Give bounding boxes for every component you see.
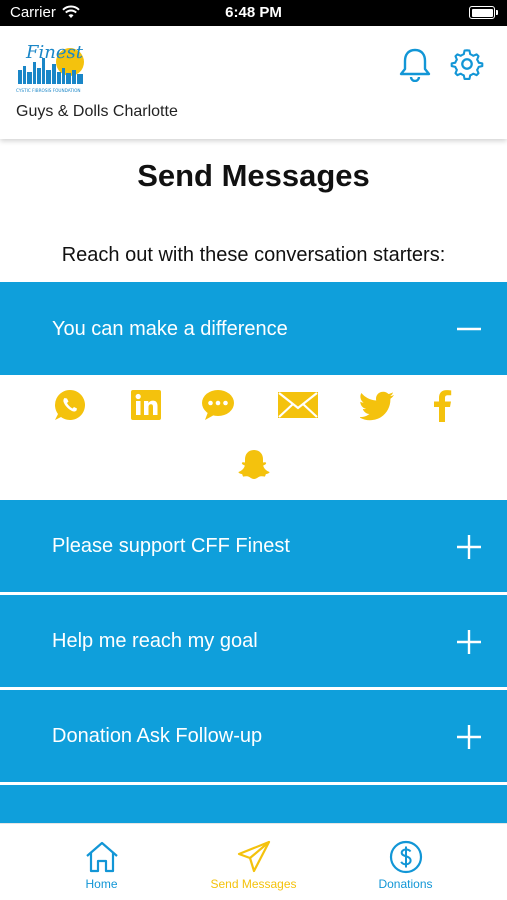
nav-send-messages[interactable]: Send Messages: [169, 824, 338, 900]
whatsapp-icon[interactable]: [52, 387, 88, 423]
nav-send-messages-label: Send Messages: [210, 877, 297, 891]
svg-text:Finest: Finest: [25, 42, 84, 63]
org-name: Guys & Dolls Charlotte: [16, 103, 178, 120]
svg-text:CYSTIC FIBROSIS FOUNDATION: CYSTIC FIBROSIS FOUNDATION: [16, 88, 81, 93]
share-options: [0, 375, 507, 500]
clock: 6:48 PM: [225, 4, 282, 21]
expand-icon[interactable]: [455, 628, 483, 656]
message-row-expanded[interactable]: You can make a difference: [0, 282, 507, 375]
gear-icon[interactable]: [450, 46, 484, 82]
message-label: Help me reach my goal: [52, 630, 258, 652]
app-header: Finest CYSTIC FIBROSIS FOUNDATION Guys &…: [0, 26, 507, 139]
twitter-icon[interactable]: [360, 387, 396, 423]
page-subtitle: Reach out with these conversation starte…: [61, 244, 446, 266]
message-label: Donation Ask Follow-up: [52, 725, 263, 747]
status-bar: Carrier 6:48 PM: [0, 0, 507, 26]
nav-donations-label: Donations: [378, 877, 433, 891]
bottom-nav: Home Send Messages Donations: [0, 823, 507, 900]
page-title: Send Messages: [137, 158, 370, 193]
sms-icon[interactable]: [200, 387, 236, 423]
battery-icon: [469, 6, 498, 19]
collapse-icon[interactable]: [455, 315, 483, 343]
finest-logo: Finest CYSTIC FIBROSIS FOUNDATION: [16, 42, 84, 93]
message-row-partial[interactable]: [0, 785, 507, 825]
nav-donations[interactable]: Donations: [321, 824, 490, 900]
nav-home[interactable]: Home: [17, 824, 186, 900]
paper-plane-icon: [237, 840, 270, 873]
nav-home-label: Home: [85, 877, 118, 891]
bell-icon[interactable]: [398, 46, 432, 82]
linkedin-icon[interactable]: [128, 387, 164, 423]
message-label: You can make a difference: [52, 318, 288, 340]
snapchat-icon[interactable]: [236, 447, 272, 483]
facebook-icon[interactable]: [428, 387, 458, 423]
dollar-circle-icon: [389, 840, 422, 874]
message-row[interactable]: Help me reach my goal: [0, 595, 507, 687]
message-row[interactable]: Please support CFF Finest: [0, 500, 507, 592]
email-icon[interactable]: [276, 387, 320, 423]
message-row[interactable]: Donation Ask Follow-up: [0, 690, 507, 782]
expand-icon[interactable]: [455, 533, 483, 561]
expand-icon[interactable]: [455, 723, 483, 751]
home-icon: [85, 841, 118, 873]
message-label: Please support CFF Finest: [52, 535, 290, 557]
